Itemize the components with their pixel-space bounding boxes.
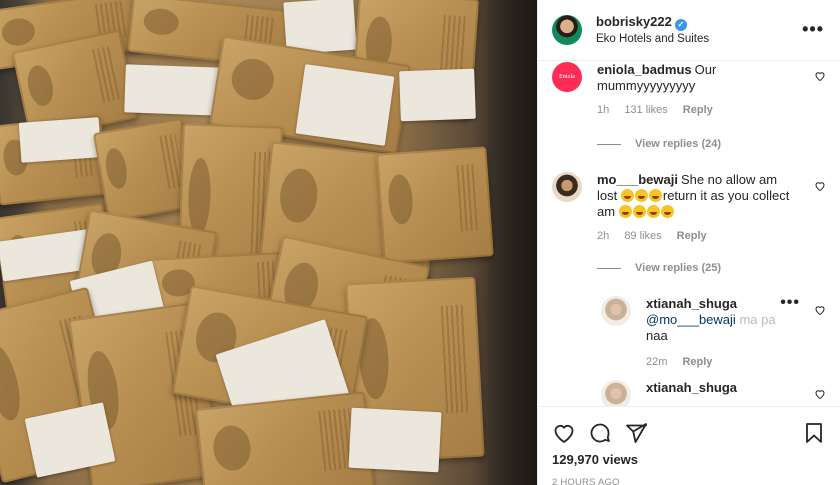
commenter-avatar[interactable]: Eniola <box>552 62 582 92</box>
reply-mention[interactable]: @mo___bewaji <box>646 312 736 327</box>
comment-item: mo___bewaji She no allow am lost return i… <box>552 172 826 242</box>
replier-avatar[interactable] <box>601 296 631 326</box>
reply-more-icon[interactable]: ••• <box>780 294 800 312</box>
comment-likes[interactable]: 89 likes <box>624 230 661 242</box>
bag-edge <box>489 0 537 485</box>
post-location[interactable]: Eko Hotels and Suites <box>596 31 709 47</box>
post-media-video[interactable] <box>0 0 537 485</box>
laughing-emoji <box>648 189 662 202</box>
commenter-avatar[interactable] <box>552 172 582 202</box>
verified-icon: ✓ <box>674 18 687 31</box>
laughing-emoji <box>646 205 660 218</box>
comment-username[interactable]: mo___bewaji <box>597 172 678 187</box>
post-sidebar: bobrisky222 ✓ Eko Hotels and Suites ••• E… <box>537 0 840 485</box>
reply-item: xtianah_shuga @mo___bewaji ma pa naa 22m… <box>601 294 826 368</box>
like-comment-icon[interactable] <box>814 180 826 192</box>
comment-item: Eniola eniola_badmus Our mummyyyyyyyyy 1h… <box>552 62 826 116</box>
comment-time[interactable]: 2h <box>597 230 609 242</box>
reply-button[interactable]: Reply <box>683 104 713 116</box>
laughing-emoji <box>620 189 634 202</box>
post-header: bobrisky222 ✓ Eko Hotels and Suites ••• <box>538 0 840 61</box>
post-timestamp[interactable]: 2 HOURS AGO <box>552 477 826 485</box>
view-replies-button[interactable]: View replies (24) <box>597 138 721 150</box>
more-icon[interactable]: ••• <box>802 20 824 38</box>
reply-item: xtianah_shuga <box>601 380 826 406</box>
like-comment-icon[interactable] <box>814 304 826 316</box>
comment-likes[interactable]: 131 likes <box>624 104 667 116</box>
like-comment-icon[interactable] <box>814 70 826 82</box>
view-replies-button[interactable]: View replies (25) <box>597 262 721 274</box>
owner-avatar[interactable] <box>552 15 582 45</box>
heart-icon[interactable] <box>552 421 576 445</box>
laughing-emoji <box>618 205 632 218</box>
share-icon[interactable] <box>624 421 648 445</box>
reply-username[interactable]: xtianah_shuga <box>646 296 737 311</box>
bookmark-icon[interactable] <box>802 421 826 445</box>
reply-button[interactable]: Reply <box>682 356 712 368</box>
post-actions: 129,970 views 2 HOURS AGO <box>538 406 840 485</box>
laughing-emoji <box>660 205 674 218</box>
reply-text: ma pa <box>739 312 776 327</box>
comment-icon[interactable] <box>588 421 612 445</box>
reply-time[interactable]: 22m <box>646 356 667 368</box>
laughing-emoji <box>632 205 646 218</box>
laughing-emoji <box>634 189 648 202</box>
comments-list: Eniola eniola_badmus Our mummyyyyyyyyy 1h… <box>538 62 840 406</box>
owner-username[interactable]: bobrisky222 <box>596 14 672 29</box>
reply-username[interactable]: xtianah_shuga <box>646 380 737 395</box>
like-comment-icon[interactable] <box>814 388 826 400</box>
reply-text-continued: naa <box>646 328 668 343</box>
comment-username[interactable]: eniola_badmus <box>597 62 692 77</box>
comment-time[interactable]: 1h <box>597 104 609 116</box>
reply-button[interactable]: Reply <box>677 230 707 242</box>
replier-avatar[interactable] <box>601 380 631 406</box>
view-count[interactable]: 129,970 views <box>552 452 826 467</box>
